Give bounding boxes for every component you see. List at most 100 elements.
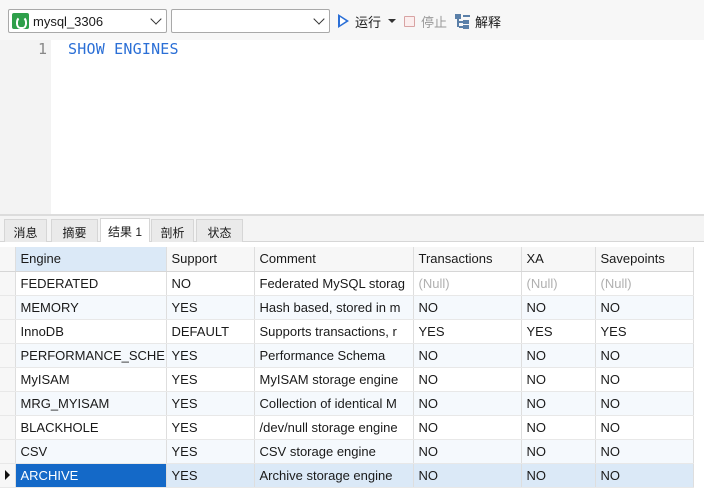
table-row[interactable]: MyISAM YES MyISAM storage engine NO NO NO bbox=[0, 367, 694, 392]
table-row[interactable]: MEMORY YES Hash based, stored in m NO NO NO bbox=[0, 295, 694, 320]
explain-button[interactable]: 解释 bbox=[455, 12, 501, 30]
result-grid[interactable]: Engine Support Comment Transactions XA S… bbox=[0, 247, 704, 488]
cell-savepoints[interactable]: NO bbox=[595, 391, 694, 416]
row-marker[interactable] bbox=[0, 271, 16, 296]
cell-comment[interactable]: Supports transactions, r bbox=[254, 319, 414, 344]
cell-savepoints[interactable]: NO bbox=[595, 367, 694, 392]
cell-engine[interactable]: PERFORMANCE_SCHEI bbox=[15, 343, 167, 368]
connection-select-value: mysql_3306 bbox=[33, 14, 104, 29]
cell-comment[interactable]: /dev/null storage engine bbox=[254, 415, 414, 440]
column-header-support[interactable]: Support bbox=[166, 247, 255, 272]
cell-transactions[interactable]: NO bbox=[413, 295, 522, 320]
column-header-comment[interactable]: Comment bbox=[254, 247, 414, 272]
run-dropdown-caret-icon[interactable] bbox=[388, 19, 397, 23]
result-tabbar: 消息 摘要 结果 1 剖析 状态 bbox=[0, 216, 704, 242]
cell-support[interactable]: YES bbox=[166, 295, 255, 320]
cell-engine[interactable]: MEMORY bbox=[15, 295, 167, 320]
cell-transactions[interactable]: NO bbox=[413, 391, 522, 416]
tab-messages[interactable]: 消息 bbox=[4, 219, 47, 242]
cell-engine[interactable]: ARCHIVE bbox=[15, 463, 167, 488]
cell-support[interactable]: YES bbox=[166, 367, 255, 392]
connection-select[interactable]: mysql_3306 bbox=[8, 9, 167, 33]
cell-engine[interactable]: CSV bbox=[15, 439, 167, 464]
cell-xa[interactable]: NO bbox=[521, 295, 596, 320]
column-header-transactions[interactable]: Transactions bbox=[413, 247, 522, 272]
cell-xa[interactable]: NO bbox=[521, 343, 596, 368]
cell-support[interactable]: YES bbox=[166, 391, 255, 416]
cell-xa[interactable]: NO bbox=[521, 415, 596, 440]
cell-comment[interactable]: Performance Schema bbox=[254, 343, 414, 368]
table-row[interactable]: ARCHIVE YES Archive storage engine NO NO NO bbox=[0, 463, 694, 488]
cell-comment[interactable]: Hash based, stored in m bbox=[254, 295, 414, 320]
cell-savepoints[interactable]: NO bbox=[595, 463, 694, 488]
column-header-xa[interactable]: XA bbox=[521, 247, 596, 272]
cell-savepoints[interactable]: (Null) bbox=[595, 271, 694, 296]
cell-savepoints[interactable]: NO bbox=[595, 343, 694, 368]
cell-transactions[interactable]: NO bbox=[413, 343, 522, 368]
cell-comment[interactable]: CSV storage engine bbox=[254, 439, 414, 464]
table-row[interactable]: PERFORMANCE_SCHEI YES Performance Schema NO… bbox=[0, 343, 694, 368]
table-row[interactable]: MRG_MYISAM YES Collection of identical M NO… bbox=[0, 391, 694, 416]
cell-support[interactable]: NO bbox=[166, 271, 255, 296]
cell-comment[interactable]: Archive storage engine bbox=[254, 463, 414, 488]
cell-xa[interactable]: YES bbox=[521, 319, 596, 344]
explain-label: 解释 bbox=[475, 14, 502, 30]
cell-transactions[interactable]: YES bbox=[413, 319, 522, 344]
run-button[interactable]: 运行 bbox=[338, 12, 397, 30]
cell-comment[interactable]: Collection of identical M bbox=[254, 391, 414, 416]
cell-xa[interactable]: NO bbox=[521, 367, 596, 392]
row-marker[interactable] bbox=[0, 319, 16, 344]
cell-comment[interactable]: MyISAM storage engine bbox=[254, 367, 414, 392]
tab-profile[interactable]: 剖析 bbox=[151, 219, 194, 242]
toolbar: mysql_3306 运行 停止 解释 bbox=[0, 0, 704, 40]
line-number-gutter: 1 bbox=[0, 40, 51, 214]
row-marker[interactable] bbox=[0, 463, 16, 488]
column-header-savepoints[interactable]: Savepoints bbox=[595, 247, 694, 272]
cell-savepoints[interactable]: NO bbox=[595, 439, 694, 464]
cell-engine[interactable]: MRG_MYISAM bbox=[15, 391, 167, 416]
row-marker-header bbox=[0, 247, 16, 272]
row-marker[interactable] bbox=[0, 415, 16, 440]
row-marker[interactable] bbox=[0, 295, 16, 320]
column-header-engine[interactable]: Engine bbox=[15, 247, 167, 272]
tab-status[interactable]: 状态 bbox=[196, 219, 243, 242]
cell-transactions[interactable]: NO bbox=[413, 415, 522, 440]
table-row[interactable]: BLACKHOLE YES/dev/null storage engine NO NO… bbox=[0, 415, 694, 440]
sql-editor[interactable]: 1 SHOW ENGINES bbox=[0, 40, 704, 214]
cell-engine[interactable]: InnoDB bbox=[15, 319, 167, 344]
cell-support[interactable]: DEFAULT bbox=[166, 319, 255, 344]
row-marker[interactable] bbox=[0, 391, 16, 416]
cell-xa[interactable]: (Null) bbox=[521, 271, 596, 296]
cell-engine[interactable]: FEDERATED bbox=[15, 271, 167, 296]
cell-transactions[interactable]: NO bbox=[413, 367, 522, 392]
cell-xa[interactable]: NO bbox=[521, 463, 596, 488]
cell-support[interactable]: YES bbox=[166, 415, 255, 440]
cell-support[interactable]: YES bbox=[166, 439, 255, 464]
row-marker[interactable] bbox=[0, 343, 16, 368]
stop-button[interactable]: 停止 bbox=[404, 12, 447, 30]
table-row[interactable]: FEDERATED NO Federated MySQL storag (Null)(… bbox=[0, 271, 694, 296]
cell-savepoints[interactable]: NO bbox=[595, 415, 694, 440]
table-row[interactable]: CSV YES CSV storage engine NO NO NO bbox=[0, 439, 694, 464]
row-marker[interactable] bbox=[0, 439, 16, 464]
cell-support[interactable]: YES bbox=[166, 343, 255, 368]
header-row: Engine Support Comment Transactions XA S… bbox=[0, 247, 694, 272]
tab-result-1[interactable]: 结果 1 bbox=[100, 218, 150, 242]
sql-code-line[interactable]: SHOW ENGINES bbox=[68, 40, 179, 58]
table-row[interactable]: InnoDB DEFAULT Supports transactions, r YES… bbox=[0, 319, 694, 344]
cell-support[interactable]: YES bbox=[166, 463, 255, 488]
cell-comment[interactable]: Federated MySQL storag bbox=[254, 271, 414, 296]
cell-transactions[interactable]: NO bbox=[413, 439, 522, 464]
cell-xa[interactable]: NO bbox=[521, 391, 596, 416]
tab-summary[interactable]: 摘要 bbox=[51, 219, 98, 242]
cell-engine[interactable]: MyISAM bbox=[15, 367, 167, 392]
cell-transactions[interactable]: NO bbox=[413, 463, 522, 488]
row-marker[interactable] bbox=[0, 367, 16, 392]
cell-transactions[interactable]: (Null) bbox=[413, 271, 522, 296]
stop-icon bbox=[404, 15, 415, 27]
database-select[interactable] bbox=[171, 9, 330, 33]
cell-engine[interactable]: BLACKHOLE bbox=[15, 415, 167, 440]
cell-xa[interactable]: NO bbox=[521, 439, 596, 464]
cell-savepoints[interactable]: NO bbox=[595, 295, 694, 320]
cell-savepoints[interactable]: YES bbox=[595, 319, 694, 344]
